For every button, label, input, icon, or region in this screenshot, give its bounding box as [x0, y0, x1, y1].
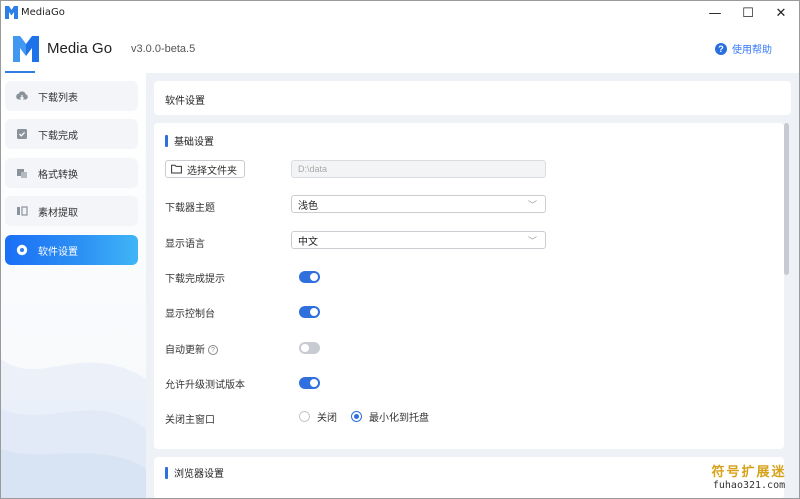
cloud-download-icon — [15, 89, 29, 103]
chevron-down-icon: ﹀ — [527, 237, 537, 247]
radio-button[interactable] — [351, 411, 362, 422]
sidebar-item-asset-extract[interactable]: 素材提取 — [5, 196, 138, 226]
sidebar-item-label: 软件设置 — [38, 246, 78, 258]
scrollbar-thumb[interactable] — [784, 123, 789, 275]
close-window-label: 关闭主窗口 — [165, 415, 215, 426]
console-toggle[interactable] — [299, 306, 320, 318]
mediago-logo-icon — [13, 36, 39, 62]
toggle-knob — [301, 344, 309, 352]
folder-icon — [171, 164, 182, 174]
sidebar-item-label: 格式转换 — [38, 169, 78, 181]
radio-label: 关闭 — [317, 413, 337, 424]
sidebar-wave-decoration — [1, 359, 146, 498]
minimize-button[interactable]: — — [699, 1, 731, 25]
sidebar-item-format-convert[interactable]: 格式转换 — [5, 158, 138, 188]
close-option-tray[interactable]: 最小化到托盘 — [351, 409, 429, 424]
sidebar-item-settings[interactable]: 软件设置 — [5, 235, 138, 265]
radio-button[interactable] — [299, 411, 310, 422]
beta-label: 允许升级测试版本 — [165, 380, 245, 391]
close-window-radio-group: 关闭 最小化到托盘 — [299, 409, 443, 424]
section-title-text: 浏览器设置 — [174, 469, 224, 480]
sidebar-item-download-complete[interactable]: 下载完成 — [5, 119, 138, 149]
toggle-knob — [310, 308, 318, 316]
console-label: 显示控制台 — [165, 309, 215, 320]
version-label: v3.0.0-beta.5 — [131, 43, 196, 55]
sidebar-item-label: 素材提取 — [38, 207, 78, 219]
convert-icon — [15, 166, 29, 180]
language-select[interactable]: 中文 ﹀ — [291, 231, 546, 249]
auto-update-row-label: 自动更新? — [165, 341, 218, 356]
toggle-knob — [310, 379, 318, 387]
complete-tip-label: 下载完成提示 — [165, 274, 225, 285]
close-button[interactable]: ✕ — [765, 1, 797, 25]
basic-settings-card: 基础设置 选择文件夹 D:\data 下载器主题 浅色 ﹀ 显示语言 中文 ﹀ … — [154, 123, 784, 449]
window-title: MediaGo — [21, 7, 65, 18]
title-bar[interactable]: MediaGo — ☐ ✕ — [1, 1, 799, 25]
browser-settings-card: 浏览器设置 — [154, 457, 784, 498]
mediago-small-logo-icon — [5, 6, 18, 19]
language-value: 中文 — [298, 236, 318, 248]
watermark-line2: fuhao321.com — [712, 480, 786, 491]
theme-value: 浅色 — [298, 200, 318, 212]
select-folder-label: 选择文件夹 — [187, 165, 237, 177]
help-circle-icon[interactable]: ? — [208, 345, 218, 355]
help-label: 使用帮助 — [732, 45, 772, 56]
section-accent-bar — [165, 134, 168, 147]
radio-label: 最小化到托盘 — [369, 413, 429, 424]
extract-icon — [15, 204, 29, 218]
maximize-button[interactable]: ☐ — [732, 1, 764, 25]
site-watermark: 符号扩展迷 fuhao321.com — [701, 461, 797, 497]
section-title-text: 基础设置 — [174, 137, 214, 148]
sidebar-item-download-list[interactable]: 下载列表 — [5, 81, 138, 111]
section-title-basic: 基础设置 — [165, 133, 214, 148]
main-content: 软件设置 基础设置 选择文件夹 D:\data 下载器主题 浅色 ﹀ 显示语言 … — [146, 73, 799, 498]
app-window: MediaGo — ☐ ✕ Media Go v3.0.0-beta.5 ? 使… — [0, 0, 800, 499]
help-icon: ? — [715, 42, 727, 55]
settings-icon — [15, 243, 29, 257]
complete-tip-toggle[interactable] — [299, 271, 320, 283]
sidebar: 下载列表 下载完成 格式转换 素材提取 软件设置 — [1, 73, 146, 498]
language-label: 显示语言 — [165, 239, 205, 250]
theme-label: 下载器主题 — [165, 203, 215, 214]
auto-update-label: 自动更新 — [165, 345, 205, 356]
check-square-icon — [15, 127, 29, 141]
page-header: 软件设置 — [154, 81, 791, 115]
download-path-input[interactable]: D:\data — [291, 160, 546, 178]
app-header: Media Go v3.0.0-beta.5 ? 使用帮助 — [1, 25, 799, 73]
section-accent-bar — [165, 466, 168, 479]
theme-select[interactable]: 浅色 ﹀ — [291, 195, 546, 213]
help-link[interactable]: ? 使用帮助 — [715, 41, 772, 56]
auto-update-toggle[interactable] — [299, 342, 320, 354]
close-option-quit[interactable]: 关闭 — [299, 409, 337, 424]
select-folder-button[interactable]: 选择文件夹 — [165, 160, 245, 178]
beta-toggle[interactable] — [299, 377, 320, 389]
sidebar-item-label: 下载列表 — [38, 92, 78, 104]
brand-name: Media Go — [47, 40, 113, 57]
chevron-down-icon: ﹀ — [527, 201, 537, 211]
page-title: 软件设置 — [165, 96, 205, 107]
sidebar-item-label: 下载完成 — [38, 130, 78, 142]
toggle-knob — [310, 273, 318, 281]
section-title-browser: 浏览器设置 — [165, 465, 224, 480]
watermark-line1: 符号扩展迷 — [711, 465, 787, 480]
